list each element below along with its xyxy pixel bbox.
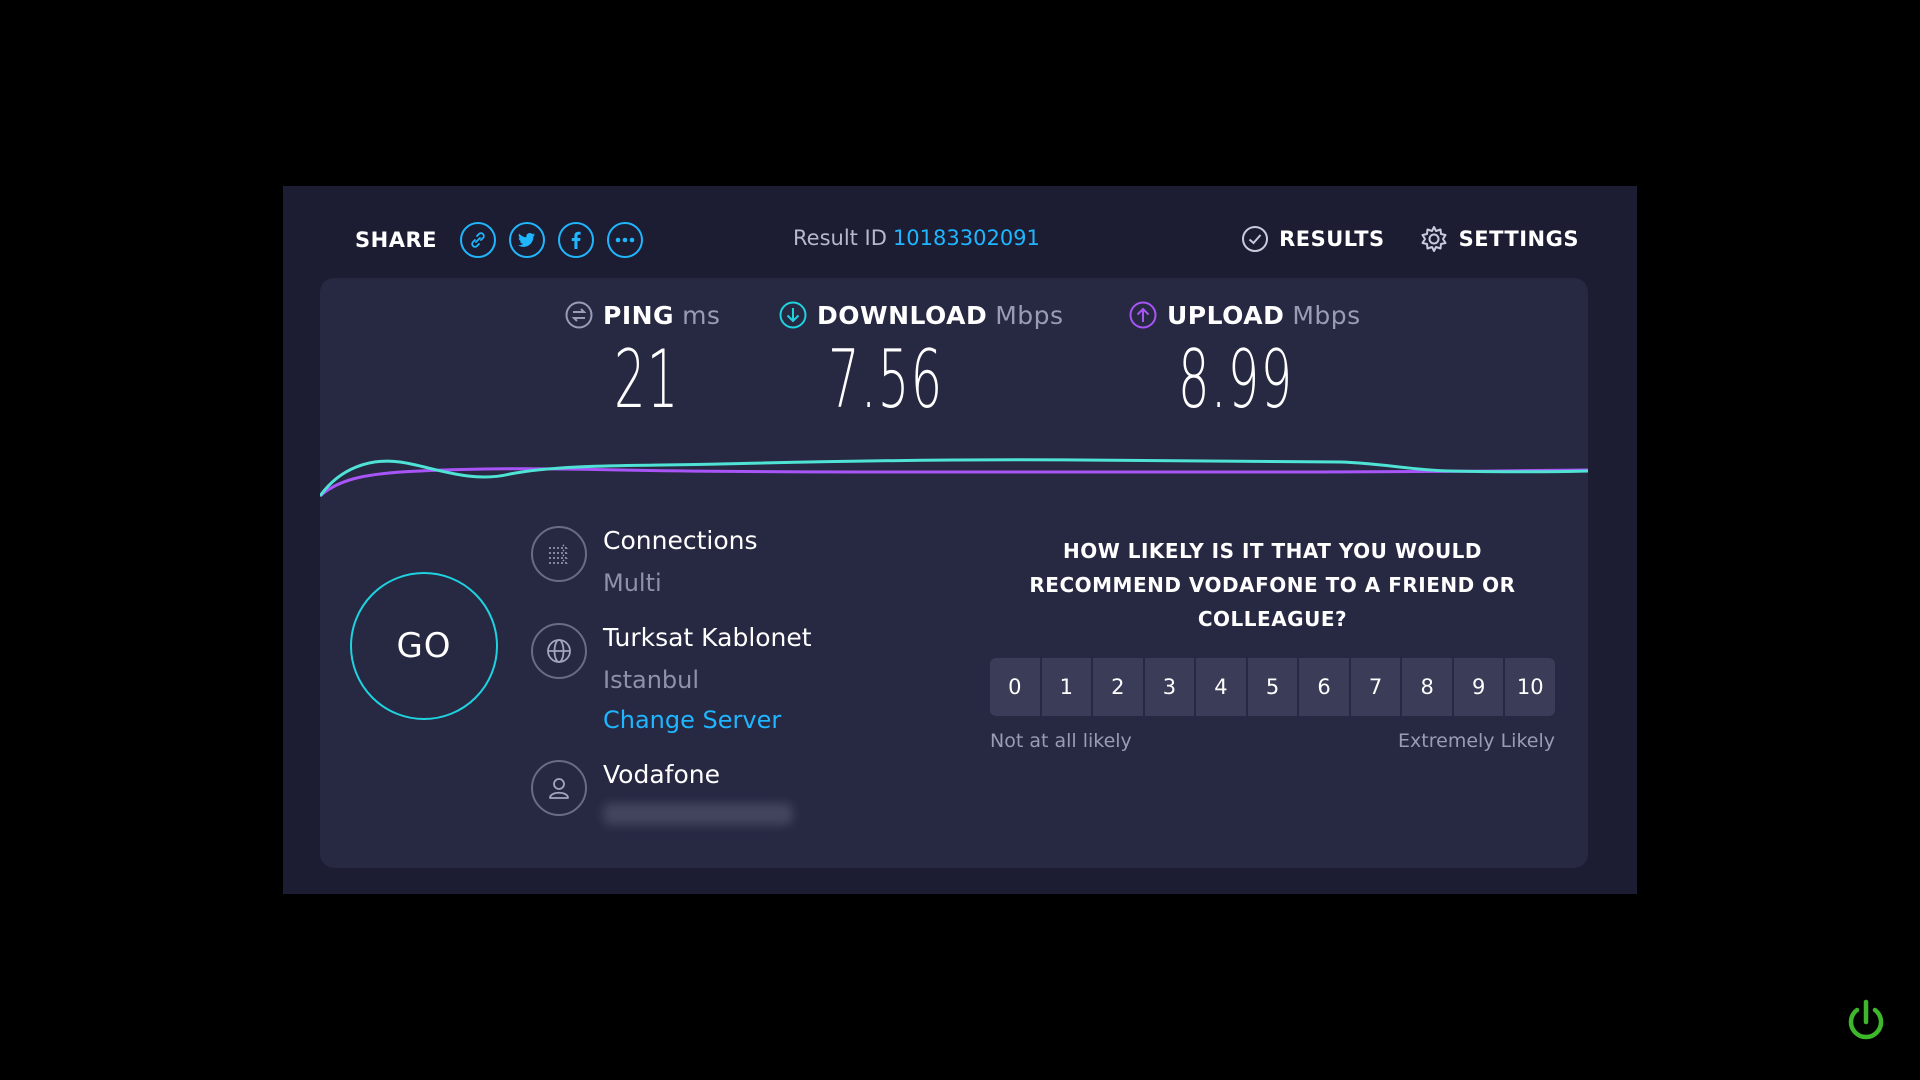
download-icon	[779, 301, 807, 329]
result-id-label: Result ID	[793, 226, 887, 250]
rating-4-button[interactable]: 4	[1196, 658, 1246, 716]
download-unit: Mbps	[995, 300, 1064, 330]
result-id-value[interactable]: 10183302091	[893, 226, 1040, 250]
rating-1-button[interactable]: 1	[1041, 658, 1092, 716]
gear-icon	[1421, 226, 1447, 252]
rating-8-button[interactable]: 8	[1402, 658, 1452, 716]
globe-icon	[531, 623, 587, 679]
server-name: Turksat Kablonet	[603, 623, 812, 652]
rating-6-button[interactable]: 6	[1299, 658, 1349, 716]
download-graph-line	[320, 458, 1588, 497]
connections-title: Connections	[603, 526, 758, 555]
share-facebook-button[interactable]	[557, 222, 594, 258]
scale-high-label: Extremely Likely	[1398, 730, 1555, 752]
upload-unit: Mbps	[1292, 300, 1361, 330]
share-label: SHARE	[355, 228, 437, 252]
rating-5-button[interactable]: 5	[1247, 658, 1298, 716]
upload-label: UPLOAD	[1167, 300, 1285, 330]
upload-metric: UPLOAD Mbps 8.99	[1128, 300, 1364, 426]
recommend-survey: HOW LIKELY IS IT THAT YOU WOULD RECOMMEN…	[990, 534, 1555, 752]
ping-metric: PING ms 21	[564, 300, 720, 426]
check-circle-icon	[1242, 226, 1269, 252]
ip-address-blurred	[603, 803, 793, 825]
change-server-link[interactable]: Change Server	[603, 706, 812, 734]
upload-icon	[1129, 301, 1157, 329]
connections-value: Multi	[603, 569, 662, 597]
rating-scale: 0 1 2 3 4 5 6 7 8 9 10	[990, 658, 1555, 716]
settings-label: SETTINGS	[1458, 227, 1579, 251]
upload-value: 8.99	[1178, 333, 1294, 426]
rating-10-button[interactable]: 10	[1505, 658, 1555, 716]
power-logo-icon	[1848, 999, 1884, 1040]
facebook-icon	[571, 231, 581, 249]
speedtest-window: SHARE Result ID 10183302091 RESULTS SETT…	[283, 186, 1637, 894]
share-link-button[interactable]	[459, 222, 496, 258]
rating-2-button[interactable]: 2	[1093, 658, 1143, 716]
ping-unit: ms	[682, 300, 721, 330]
ping-value: 21	[614, 333, 680, 426]
survey-question: HOW LIKELY IS IT THAT YOU WOULD RECOMMEN…	[1029, 539, 1516, 631]
go-button[interactable]: GO	[350, 572, 498, 720]
connections-icon	[531, 526, 587, 582]
results-button[interactable]: RESULTS	[1241, 225, 1385, 253]
share-group: SHARE	[355, 222, 643, 258]
link-icon	[471, 232, 485, 248]
results-panel: PING ms 21 DOWNLOAD Mbps 7.56 UPLOAD Mbps 8…	[320, 278, 1588, 868]
rating-3-button[interactable]: 3	[1144, 658, 1195, 716]
rating-0-button[interactable]: 0	[990, 658, 1040, 716]
provider-name: Vodafone	[603, 760, 720, 789]
speed-graph	[320, 458, 1588, 498]
twitter-icon	[517, 233, 535, 247]
result-id: Result ID 10183302091	[793, 226, 1040, 250]
ping-label: PING	[603, 300, 675, 330]
more-icon	[615, 237, 635, 243]
ping-icon	[565, 301, 593, 329]
download-label: DOWNLOAD	[817, 300, 988, 330]
settings-button[interactable]: SETTINGS	[1419, 224, 1579, 254]
download-value: 7.56	[828, 333, 944, 426]
rating-7-button[interactable]: 7	[1350, 658, 1401, 716]
top-nav: RESULTS SETTINGS	[1207, 224, 1579, 254]
scale-low-label: Not at all likely	[990, 730, 1132, 752]
rating-9-button[interactable]: 9	[1453, 658, 1504, 716]
results-label: RESULTS	[1279, 227, 1385, 251]
user-icon	[531, 760, 587, 816]
top-bar: SHARE Result ID 10183302091 RESULTS SETT…	[283, 186, 1637, 278]
share-more-button[interactable]	[606, 222, 643, 258]
server-location: Istanbul	[603, 666, 700, 694]
share-twitter-button[interactable]	[508, 222, 545, 258]
download-metric: DOWNLOAD Mbps 7.56	[778, 300, 1064, 426]
